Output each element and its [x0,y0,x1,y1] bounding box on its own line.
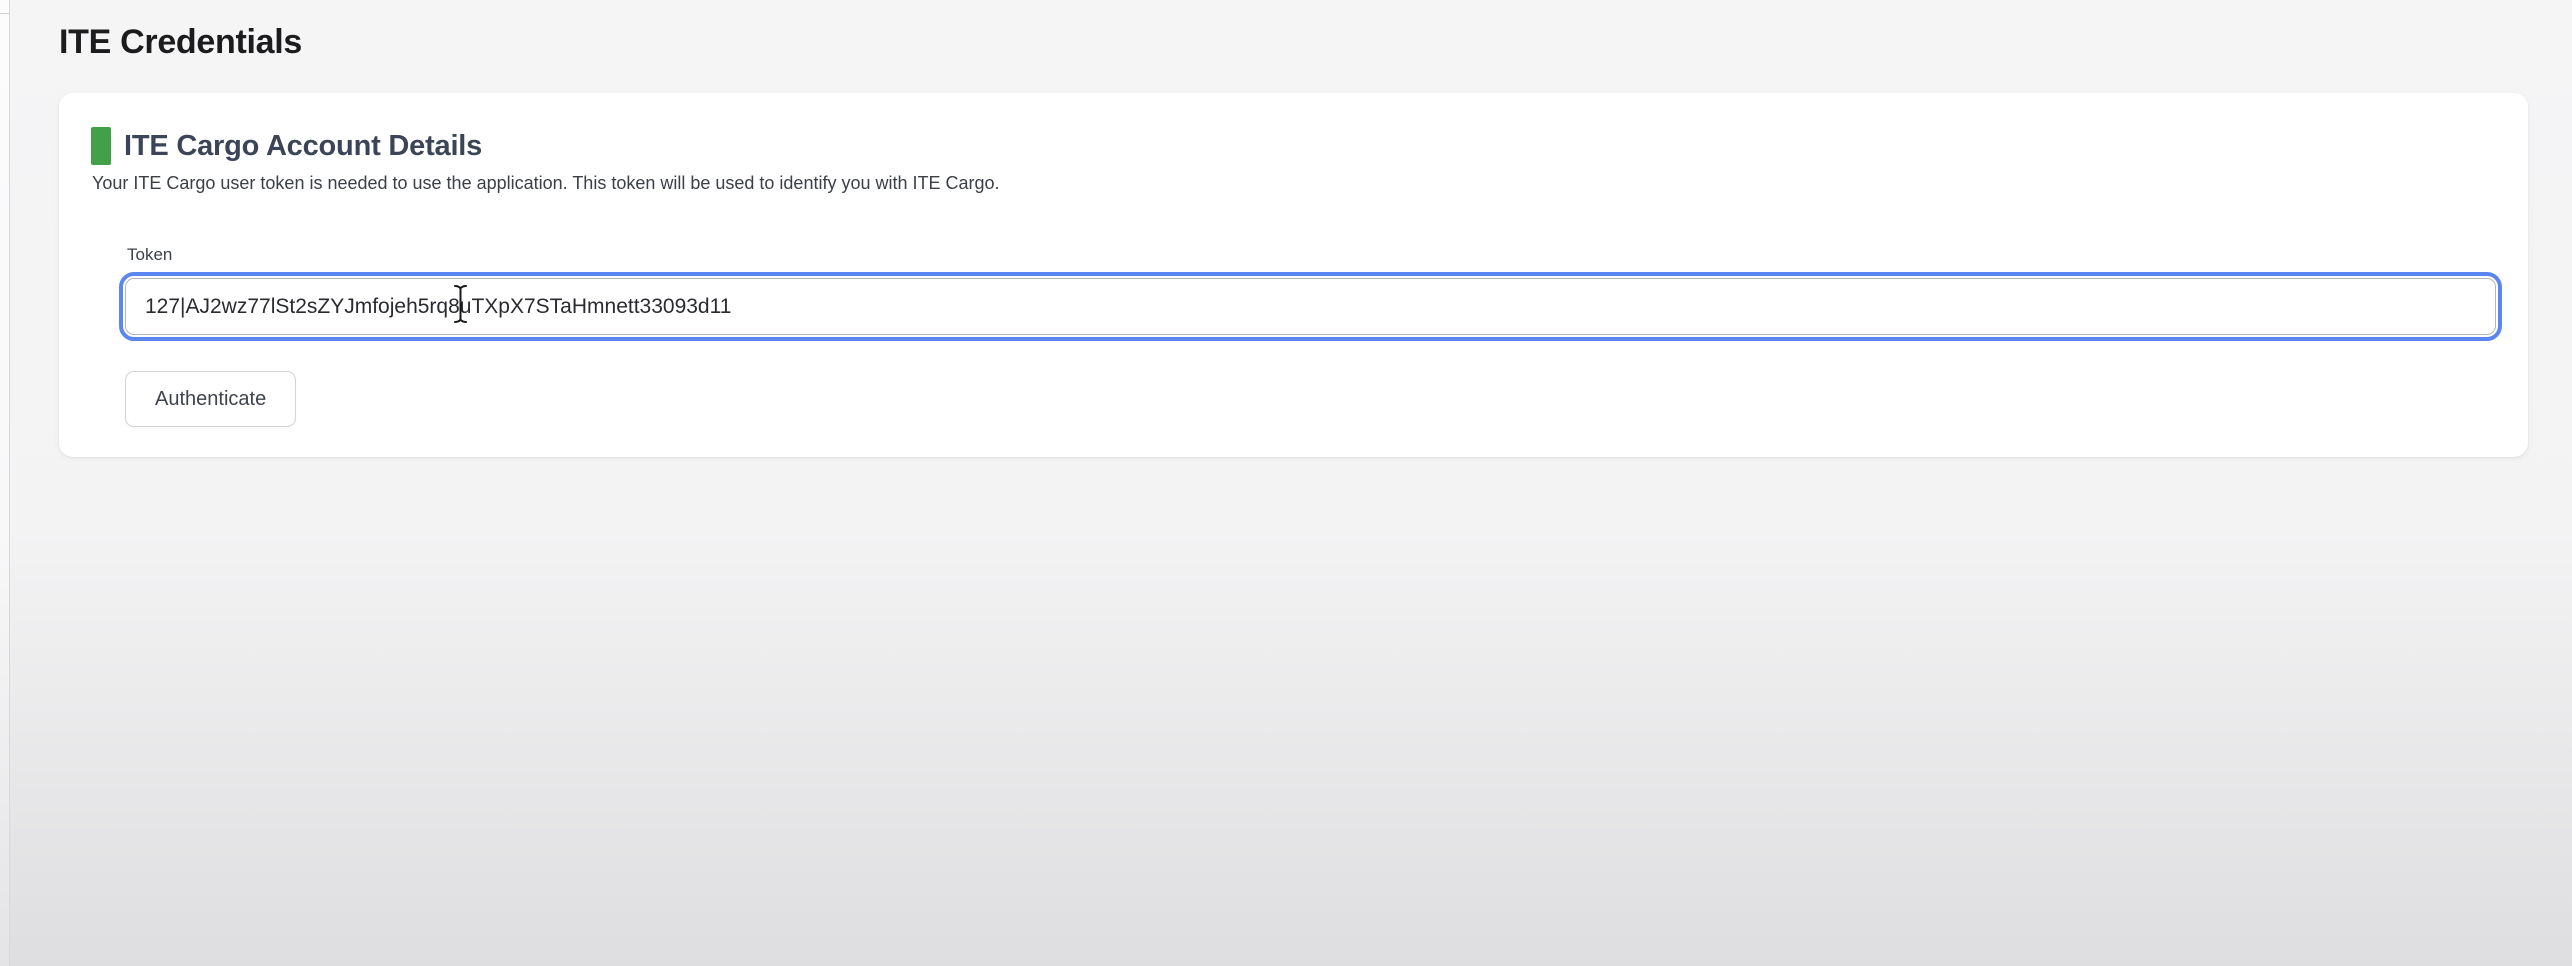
left-edge-strip [0,0,10,966]
authenticate-button[interactable]: Authenticate [125,371,296,427]
section-card: ITE Cargo Account Details Your ITE Cargo… [59,93,2528,457]
left-strip-divider [0,13,9,14]
section-header: ITE Cargo Account Details [91,127,2496,165]
main-content: ITE Credentials ITE Cargo Account Detail… [59,0,2528,457]
token-label: Token [127,245,2496,265]
token-form: Token Authenticate [125,245,2496,427]
page-title: ITE Credentials [59,22,2528,62]
section-description: Your ITE Cargo user token is needed to u… [92,172,2496,195]
section-heading: ITE Cargo Account Details [124,129,482,163]
section-accent-bar [91,127,111,165]
token-input[interactable] [125,278,2496,335]
